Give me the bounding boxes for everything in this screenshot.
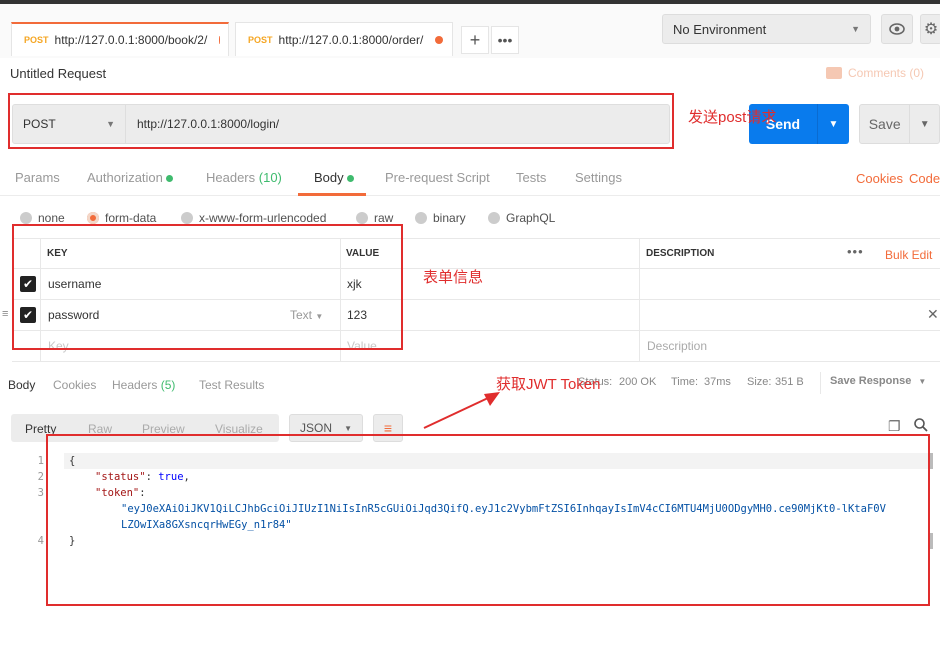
tab-options-button[interactable]: ••• (491, 26, 519, 54)
response-headers-count: (5) (160, 378, 176, 392)
status-value: 200 OK (619, 376, 657, 388)
tab-body[interactable]: Body (314, 170, 354, 185)
line-number: 2 (37, 471, 44, 483)
size-label: Size: (747, 376, 772, 388)
active-tab-indicator (298, 193, 366, 196)
environment-selected-label: No Environment (673, 21, 767, 37)
format-label: JSON (300, 421, 333, 435)
tab-method-label: POST (24, 35, 49, 45)
line-number: 4 (37, 535, 44, 547)
radio-raw[interactable]: raw (356, 211, 393, 225)
close-icon[interactable]: ✕ (927, 306, 939, 323)
tab-body-label: Body (314, 170, 344, 185)
radio-none[interactable]: none (20, 211, 65, 225)
radio-raw-label: raw (374, 211, 394, 225)
radio-binary-label: binary (433, 211, 466, 225)
response-tab-cookies[interactable]: Cookies (53, 378, 96, 392)
comments-button[interactable]: Comments (0) (826, 66, 924, 80)
comments-label: Comments (0) (848, 66, 925, 80)
code-link[interactable]: Code (909, 171, 940, 186)
tab-method-label: POST (248, 34, 273, 45)
line-number: 1 (37, 455, 44, 467)
tab-tests[interactable]: Tests (516, 170, 546, 185)
tab-headers[interactable]: Headers (10) (206, 170, 282, 185)
response-tab-headers[interactable]: Headers (5) (112, 378, 175, 392)
column-header-description: DESCRIPTION (646, 248, 715, 259)
search-icon[interactable] (914, 418, 928, 432)
response-tab-body[interactable]: Body (8, 378, 35, 392)
tab-settings[interactable]: Settings (575, 170, 622, 185)
annotation-arrow-icon (423, 392, 500, 429)
radio-graphql[interactable]: GraphQL (488, 211, 555, 225)
table-column-divider (639, 238, 640, 362)
unsaved-dot-icon (219, 36, 220, 44)
environment-select[interactable]: No Environment ▼ (662, 14, 871, 44)
chevron-down-icon: ▼ (851, 24, 860, 34)
request-tab-book[interactable]: POST http://127.0.0.1:8000/book/2/ (11, 22, 229, 56)
radio-form-data[interactable]: form-data (87, 211, 156, 225)
tab-prerequest-script[interactable]: Pre-request Script (385, 170, 490, 185)
cookies-link[interactable]: Cookies (856, 171, 903, 186)
radio-urlencoded-label: x-www-form-urlencoded (199, 211, 327, 225)
gear-icon: ⚙ (923, 21, 939, 38)
size-value: 351 B (775, 376, 804, 388)
annotation-send-post: 发送post请求 (688, 109, 777, 126)
status-divider (820, 372, 821, 394)
environment-quick-look-button[interactable] (881, 14, 913, 44)
drag-handle-icon[interactable]: ≡ (2, 308, 8, 320)
radio-circle-icon (20, 212, 32, 224)
radio-graphql-label: GraphQL (506, 211, 556, 225)
chevron-down-icon[interactable]: ▼ (817, 104, 849, 144)
description-placeholder[interactable]: Description (647, 339, 707, 353)
table-divider (12, 361, 940, 362)
save-label: Save (868, 116, 901, 132)
line-number: 3 (37, 487, 44, 499)
radio-circle-icon (181, 212, 193, 224)
new-tab-button[interactable]: + (461, 26, 489, 54)
more-horizontal-icon: ••• (497, 32, 513, 48)
unsaved-dot-icon (435, 35, 444, 44)
response-headers-label: Headers (112, 378, 158, 392)
radio-selected-icon (87, 212, 99, 224)
status-dot-icon (165, 175, 173, 183)
radio-circle-icon (415, 212, 427, 224)
tab-url-label: http://127.0.0.1:8000/book/2/ (54, 33, 208, 47)
chevron-down-icon: ▼ (344, 423, 352, 433)
annotation-box-response (46, 434, 930, 606)
status-dot-icon (346, 175, 354, 183)
chevron-down-icon[interactable]: ▼ (909, 105, 939, 143)
request-tab-order[interactable]: POST http://127.0.0.1:8000/order/ (235, 22, 453, 56)
response-tab-test-results[interactable]: Test Results (199, 378, 264, 392)
radio-urlencoded[interactable]: x-www-form-urlencoded (181, 211, 326, 225)
time-label: Time: (671, 376, 699, 388)
tab-authorization-label: Authorization (87, 170, 163, 185)
annotation-form-info: 表单信息 (423, 269, 484, 286)
radio-circle-icon (488, 212, 500, 224)
comment-icon (826, 67, 842, 79)
environment-settings-button[interactable]: ⚙ (920, 14, 940, 44)
request-title: Untitled Request (10, 66, 107, 81)
radio-none-label: none (38, 211, 65, 225)
copy-icon[interactable]: ❐ (888, 418, 901, 435)
tab-headers-label: Headers (206, 170, 256, 185)
save-response-button[interactable]: Save Response ▼ (830, 375, 926, 387)
headers-count: (10) (258, 170, 282, 185)
save-response-label: Save Response (830, 375, 912, 387)
more-horizontal-icon[interactable]: ••• (847, 244, 864, 259)
radio-binary[interactable]: binary (415, 211, 466, 225)
chevron-down-icon: ▼ (918, 377, 927, 386)
radio-form-data-label: form-data (105, 211, 157, 225)
time-value: 37ms (704, 376, 731, 388)
annotation-box-form (12, 224, 403, 350)
tab-url-label: http://127.0.0.1:8000/order/ (278, 32, 424, 47)
bulk-edit-link[interactable]: Bulk Edit (885, 248, 932, 262)
eye-icon (889, 23, 905, 35)
tab-authorization[interactable]: Authorization (87, 170, 173, 185)
save-button[interactable]: Save ▼ (859, 104, 940, 144)
annotation-get-token: 获取JWT Token (496, 376, 601, 393)
radio-circle-icon (356, 212, 368, 224)
plus-icon: + (469, 29, 481, 50)
annotation-box-url (8, 93, 674, 149)
tab-params[interactable]: Params (15, 170, 60, 185)
